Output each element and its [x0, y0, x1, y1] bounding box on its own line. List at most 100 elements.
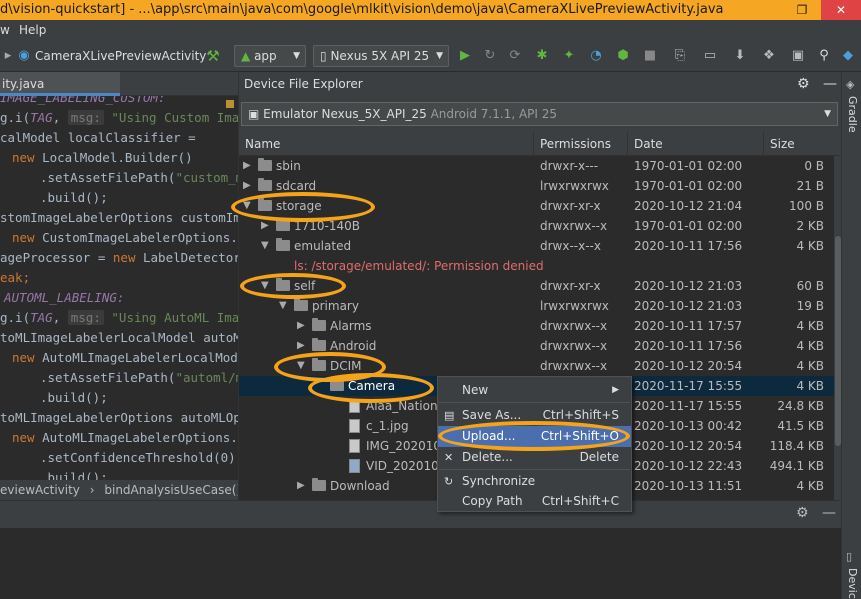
menu-item-copy-path[interactable]: Copy Path Ctrl+Shift+C	[438, 491, 631, 512]
gradle-tool-button[interactable]: Gradle	[846, 96, 859, 133]
column-header-size[interactable]: Size	[764, 132, 842, 156]
avd-manager-icon[interactable]: ▭	[702, 48, 718, 64]
file-row[interactable]: ▼ storage drwxr-xr-x 2020-10-12 21:04 10…	[239, 196, 834, 216]
attach-process-icon[interactable]: ⬢	[615, 48, 631, 64]
file-name: Download	[330, 479, 390, 493]
file-row[interactable]: ▶ 1710-140B drwxrwx--x 1970-01-01 02:00 …	[239, 216, 834, 236]
collapse-arrow-icon[interactable]: ▼	[243, 196, 251, 216]
submenu-arrow-icon: ▶	[612, 385, 619, 395]
breadcrumb-class[interactable]: eviewActivity	[0, 483, 80, 497]
code-line: toMLImageLabelerOptions autoMLOpti	[0, 410, 238, 425]
file-size: 2 KB	[796, 219, 824, 233]
code-editor[interactable]: IMAGE_LABELING_CUSTOM: g.i(TAG, msg: "Us…	[0, 96, 238, 480]
code-line: .build();	[40, 190, 108, 205]
file-row[interactable]: ▶ sbin drwxr-x--- 1970-01-01 02:00 0 B	[239, 156, 834, 176]
menu-separator	[439, 402, 630, 403]
expand-arrow-icon[interactable]: ▶	[261, 216, 269, 236]
menu-item-help[interactable]: Help	[19, 20, 46, 40]
file-row[interactable]: ▶ Alarms drwxrwx--x 2020-10-11 17:57 4 K…	[239, 316, 834, 336]
menu-bar: w Help	[0, 20, 861, 40]
file-permissions: lrwxrwxrwx	[540, 179, 609, 193]
code-line: eak;	[0, 270, 31, 285]
gear-icon[interactable]: ⚙	[797, 72, 810, 96]
sdk-manager-icon[interactable]: ⬇	[732, 48, 748, 64]
maximize-button[interactable]: ❐	[790, 0, 814, 20]
breadcrumb-method[interactable]: bindAnalysisUseCase()	[104, 483, 241, 497]
collapse-arrow-icon[interactable]: ▼	[279, 296, 287, 316]
nav-arrow-icon[interactable]: ▸	[0, 48, 16, 64]
debug-icon[interactable]: ✱	[534, 48, 550, 64]
column-header-date[interactable]: Date	[628, 132, 764, 156]
file-row[interactable]: ▼ self drwxr-xr-x 2020-10-12 21:03 60 B	[239, 276, 834, 296]
project-structure-icon[interactable]: ❖	[761, 48, 777, 64]
code-line: .build();	[40, 390, 108, 405]
apply-changes-icon[interactable]: ↻	[482, 48, 498, 64]
search-icon[interactable]: ⚲	[816, 48, 832, 64]
file-row[interactable]: ▼ emulated drwx--x--x 2020-10-11 17:56 4…	[239, 236, 834, 256]
file-size: 4 KB	[796, 319, 824, 333]
sync-project-icon[interactable]: ⎘	[672, 48, 688, 64]
device-tool-button[interactable]: Devic	[846, 568, 859, 599]
bottom-panel-header: ⚙ —	[0, 500, 841, 528]
menu-item-save-as[interactable]: ▤ Save As... Ctrl+Shift+S	[438, 405, 631, 426]
file-permissions: drwxr-xr-x	[540, 199, 601, 213]
image-file-icon	[349, 439, 360, 453]
unknown-file-icon	[349, 459, 360, 473]
stop-icon[interactable]: ■	[642, 48, 658, 64]
expand-arrow-icon[interactable]: ▶	[297, 336, 305, 356]
device-selector[interactable]: ▣ Emulator Nexus_5X_API_25 Android 7.1.1…	[241, 102, 838, 126]
expand-arrow-icon[interactable]: ▶	[297, 476, 305, 496]
file-size: 24.8 KB	[777, 399, 824, 413]
gradle-icon: ◈	[846, 78, 855, 91]
file-row[interactable]: ▶ sdcard lrwxrwxrwx 1970-01-01 02:00 21 …	[239, 176, 834, 196]
file-row[interactable]: ▼ DCIM drwxrwx--x 2020-10-12 20:54 4 KB	[239, 356, 834, 376]
column-header-name[interactable]: Name	[239, 132, 534, 156]
minimize-panel-icon[interactable]: —	[822, 505, 836, 521]
file-row[interactable]: ▼ primary lrwxrwxrwx 2020-10-12 21:03 19…	[239, 296, 834, 316]
gear-icon[interactable]: ⚙	[796, 505, 809, 521]
file-name: storage	[276, 199, 322, 213]
expand-arrow-icon[interactable]: ▶	[243, 176, 251, 196]
run-icon[interactable]: ▶	[457, 48, 473, 64]
file-permissions: lrwxrwxrwx	[540, 299, 609, 313]
menu-item-window[interactable]: w	[0, 20, 10, 40]
image-file-icon	[349, 399, 360, 413]
collapse-arrow-icon[interactable]: ▼	[297, 356, 305, 376]
file-name: Alaa_National	[366, 399, 449, 413]
collapse-arrow-icon[interactable]: ▼	[261, 236, 269, 256]
minimize-panel-icon[interactable]: —	[823, 72, 837, 96]
menu-item-delete[interactable]: ✕ Delete... Delete	[438, 447, 631, 468]
device-select[interactable]: ▯ Nexus 5X API 25 ▼	[313, 45, 449, 67]
window-title: d\vision-quickstart] - ...\app\src\main\…	[0, 2, 724, 17]
run-config-breadcrumb[interactable]: CameraXLivePreviewActivity	[35, 45, 206, 67]
sdk-box-icon[interactable]: ▣	[790, 48, 806, 64]
menu-item-synchronize[interactable]: ↻ Synchronize	[438, 471, 631, 492]
menu-item-new[interactable]: New ▶	[438, 380, 631, 401]
image-file-icon	[349, 419, 360, 433]
warning-marker[interactable]	[226, 100, 234, 108]
code-line: new CustomImageLabelerOptions.Bu	[12, 230, 238, 245]
file-row[interactable]: ▶ Android drwxrwx--x 2020-10-11 17:56 4 …	[239, 336, 834, 356]
device-name: Emulator Nexus_5X_API_25	[263, 107, 427, 121]
tab-java-file[interactable]: ity.java	[0, 72, 120, 96]
apply-code-icon[interactable]: ⟳	[507, 48, 523, 64]
module-select[interactable]: ▲ app ▼	[234, 45, 306, 67]
expand-arrow-icon[interactable]: ▶	[243, 156, 251, 176]
code-line: g.i(TAG, msg: "Using Custom Image	[0, 110, 238, 125]
file-name: Alarms	[330, 319, 372, 333]
column-header-permissions[interactable]: Permissions	[534, 132, 628, 156]
file-size: 4 KB	[796, 359, 824, 373]
chevron-down-icon: ▼	[293, 51, 300, 61]
folder-icon	[276, 238, 290, 251]
hammer-icon[interactable]: ⚒	[205, 48, 221, 64]
expand-arrow-icon[interactable]: ▶	[297, 316, 305, 336]
file-name: sdcard	[276, 179, 317, 193]
file-name: sbin	[276, 159, 301, 173]
collapse-arrow-icon[interactable]: ▼	[261, 276, 269, 296]
profile-icon[interactable]: ◔	[588, 48, 604, 64]
file-size: 4 KB	[796, 479, 824, 493]
file-permissions: drwxrwx--x	[540, 339, 608, 353]
close-button[interactable]: ✕	[821, 0, 861, 20]
attach-debugger-icon[interactable]: ✦	[561, 48, 577, 64]
menu-item-upload[interactable]: Upload... Ctrl+Shift+O	[438, 426, 631, 447]
